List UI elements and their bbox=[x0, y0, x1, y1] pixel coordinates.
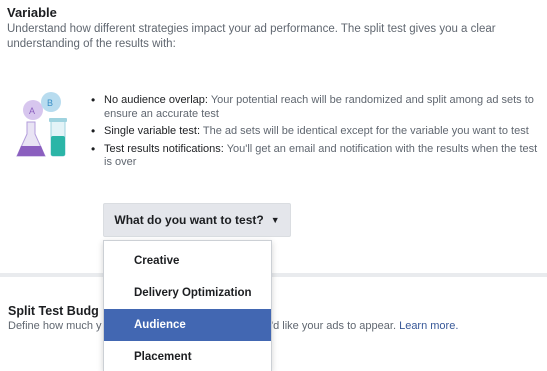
feature-bullet-list: • No audience overlap: Your potential re… bbox=[90, 93, 540, 174]
beakers-ab-test-icon: A B bbox=[16, 92, 67, 157]
bullet-lead: Test results notifications: bbox=[104, 142, 224, 155]
split-test-budget-title: Split Test Budg bbox=[8, 304, 99, 318]
bullet-dot: • bbox=[91, 93, 96, 107]
bullet-lead: Single variable test: bbox=[104, 125, 200, 137]
menu-item-creative[interactable]: Creative bbox=[104, 245, 271, 277]
variable-section: Variable Understand how different strate… bbox=[0, 0, 547, 273]
svg-text:A: A bbox=[29, 106, 35, 116]
section-divider bbox=[0, 273, 547, 277]
bullet-text: The ad sets will be identical except for… bbox=[200, 125, 529, 137]
variable-title: Variable bbox=[7, 5, 57, 20]
list-item: • Test results notifications: You'll get… bbox=[90, 141, 540, 170]
what-to-test-dropdown-button[interactable]: What do you want to test? ▼ bbox=[103, 203, 291, 237]
what-to-test-label: What do you want to test? bbox=[114, 213, 264, 227]
split-test-budget-description-end: 'd like your ads to appear. Learn more. bbox=[271, 320, 458, 332]
bullet-dot: • bbox=[91, 141, 96, 156]
list-item: • Single variable test: The ad sets will… bbox=[90, 124, 540, 139]
menu-item-delivery-optimization[interactable]: Delivery Optimization bbox=[104, 277, 271, 309]
bullet-lead: No audience overlap: bbox=[104, 94, 208, 106]
split-test-budget-description: Define how much y bbox=[8, 320, 102, 332]
list-item: • No audience overlap: Your potential re… bbox=[90, 93, 540, 121]
budget-description-tail: 'd like your ads to appear. bbox=[271, 320, 397, 332]
learn-more-link[interactable]: Learn more. bbox=[399, 320, 458, 332]
test-variable-dropdown-menu: Creative Delivery Optimization Audience … bbox=[103, 240, 272, 371]
svg-text:B: B bbox=[47, 98, 53, 108]
variable-description: Understand how different strategies impa… bbox=[7, 23, 496, 50]
menu-item-placement[interactable]: Placement bbox=[104, 341, 271, 371]
caret-down-icon: ▼ bbox=[270, 215, 280, 225]
menu-item-audience[interactable]: Audience bbox=[104, 309, 271, 341]
bullet-dot: • bbox=[91, 124, 96, 138]
